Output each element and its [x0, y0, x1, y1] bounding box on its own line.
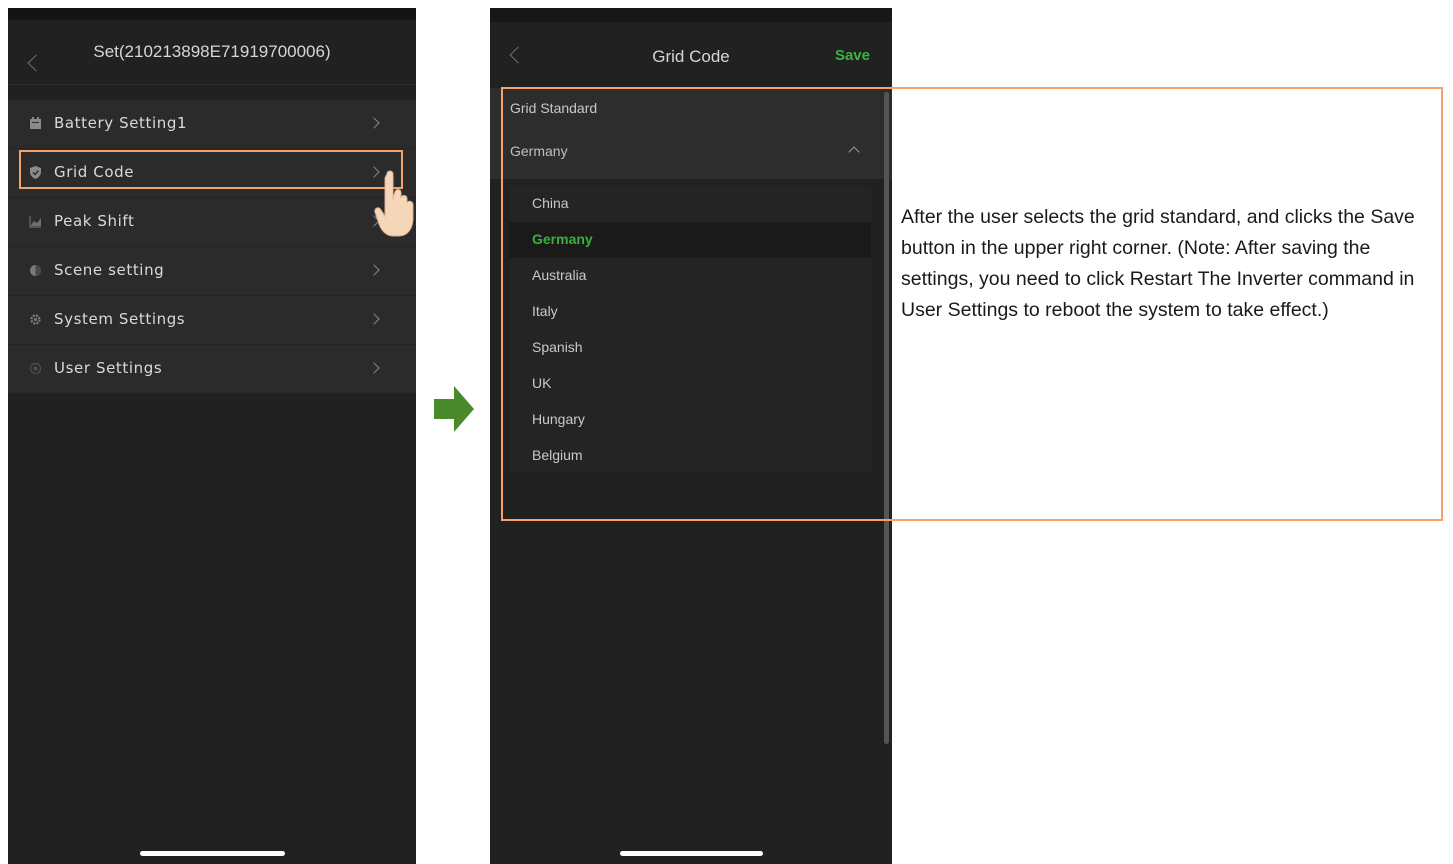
gear-icon [30, 314, 41, 325]
page-title: Grid Code [652, 47, 730, 66]
menu-item-user-settings[interactable]: User Settings [8, 345, 416, 394]
back-button[interactable] [22, 48, 46, 78]
grid-code-highlight [19, 150, 403, 189]
page-title: Set(210213898E71919700006) [93, 42, 331, 61]
menu-item-peak-shift[interactable]: Peak Shift [8, 198, 416, 247]
home-indicator [620, 851, 763, 856]
header-divider [8, 84, 416, 85]
user-settings-icon [29, 362, 42, 375]
menu-item-label: System Settings [54, 310, 186, 328]
chevron-left-icon [509, 46, 527, 64]
header: Set(210213898E71919700006) [8, 20, 416, 84]
menu-item-label: Peak Shift [54, 212, 135, 230]
save-button[interactable]: Save [835, 47, 870, 64]
back-button[interactable] [504, 40, 528, 70]
menu-item-system-settings[interactable]: System Settings [8, 296, 416, 345]
scene-icon [30, 265, 41, 276]
battery-icon [30, 117, 41, 129]
chevron-right-icon [368, 362, 380, 374]
chevron-right-icon [368, 313, 380, 325]
settings-screen: Set(210213898E71919700006) Battery Setti… [8, 8, 416, 864]
status-bar [8, 8, 416, 20]
menu-item-battery-setting[interactable]: Battery Setting1 [8, 100, 416, 149]
menu-item-label: User Settings [54, 359, 163, 377]
settings-menu: Battery Setting1 Grid Code Peak Shift Sc… [8, 100, 416, 394]
instruction-note: After the user selects the grid standard… [901, 206, 1415, 321]
status-bar [490, 8, 892, 22]
menu-item-label: Battery Setting1 [54, 114, 188, 132]
chevron-right-icon [368, 117, 380, 129]
tap-hand-icon [374, 170, 414, 237]
home-indicator [140, 851, 285, 856]
chevron-left-icon [27, 54, 45, 72]
menu-item-scene-setting[interactable]: Scene setting [8, 247, 416, 296]
chart-icon [29, 216, 41, 228]
arrow-right-icon [434, 386, 474, 432]
menu-item-label: Scene setting [54, 261, 165, 279]
chevron-right-icon [368, 264, 380, 276]
